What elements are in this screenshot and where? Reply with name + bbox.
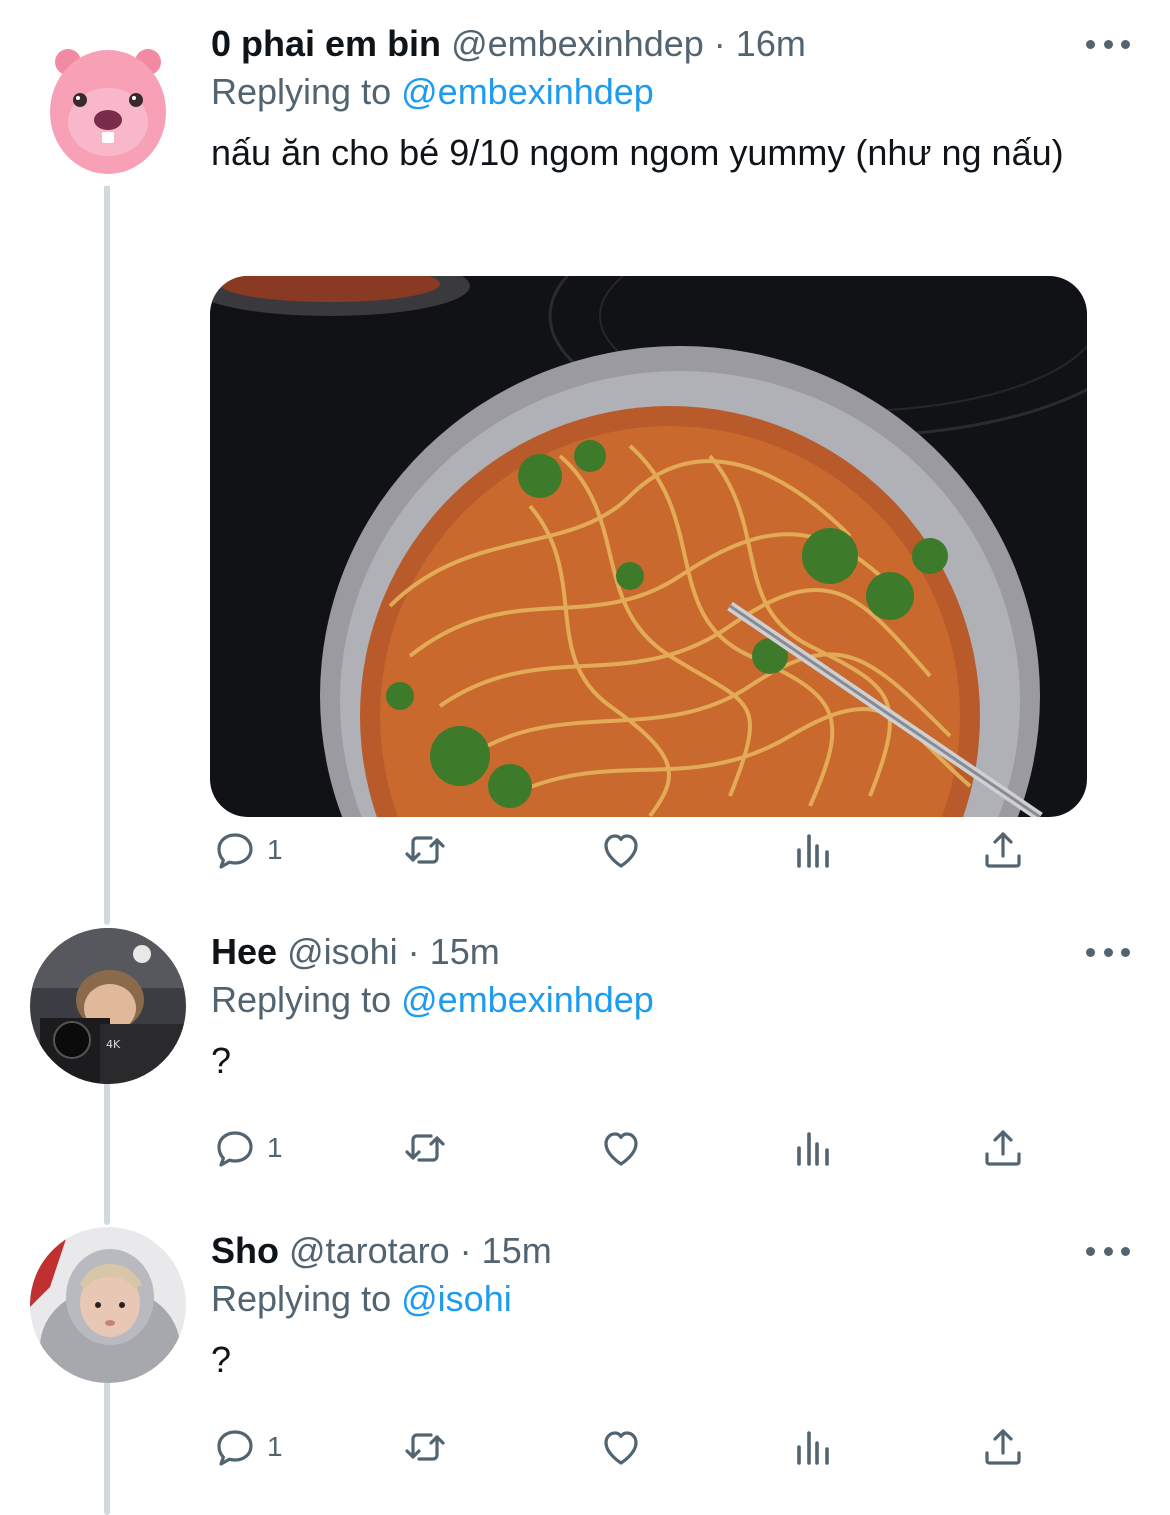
tweet-text: nấu ăn cho bé 9/10 ngom ngom yummy (như … xyxy=(211,132,1064,173)
replying-to: Replying to @embexinhdep xyxy=(211,976,654,1024)
retweet-button[interactable] xyxy=(401,1422,449,1472)
separator-dot: · xyxy=(459,1230,472,1271)
retweet-icon xyxy=(405,836,445,864)
mention-link[interactable]: @isohi xyxy=(401,1278,512,1319)
share-icon xyxy=(985,1429,1021,1465)
tweet[interactable]: Sho @tarotaro · 15m Replying to @isohi ?… xyxy=(0,1227,1170,1499)
spaghetti-in-pan xyxy=(210,276,1087,817)
reply-icon xyxy=(217,1131,253,1167)
replying-to: Replying to @isohi xyxy=(211,1275,512,1323)
reply-button[interactable]: 1 xyxy=(211,1123,283,1173)
reply-icon xyxy=(217,833,253,869)
like-button[interactable] xyxy=(597,825,645,875)
like-button[interactable] xyxy=(597,1123,645,1173)
tweet-header: Sho @tarotaro · 15m xyxy=(211,1227,552,1275)
display-name[interactable]: Hee xyxy=(211,931,277,972)
replying-to: Replying to @embexinhdep xyxy=(211,68,654,116)
views-button[interactable] xyxy=(789,825,837,875)
share-button[interactable] xyxy=(979,1123,1027,1173)
pink-beaver-avatar xyxy=(30,30,186,186)
views-button[interactable] xyxy=(789,1123,837,1173)
replying-prefix: Replying to xyxy=(211,71,392,112)
reply-icon xyxy=(217,1430,253,1466)
person-in-hoodie-avatar xyxy=(30,1227,186,1383)
action-bar: 1 xyxy=(211,1422,1061,1472)
tweet-photo[interactable] xyxy=(210,276,1087,817)
avatar[interactable] xyxy=(30,1227,186,1383)
like-icon xyxy=(604,834,638,868)
user-handle[interactable]: @tarotaro xyxy=(289,1230,450,1271)
tweet[interactable]: 4K Hee @isohi · 15m Replying to @embexin… xyxy=(0,928,1170,1200)
share-icon xyxy=(985,832,1021,868)
separator-dot: · xyxy=(407,931,420,972)
views-button[interactable] xyxy=(789,1422,837,1472)
replying-prefix: Replying to xyxy=(211,1278,392,1319)
mention-link[interactable]: @embexinhdep xyxy=(401,979,654,1020)
timestamp[interactable]: 16m xyxy=(736,23,806,64)
reply-button[interactable]: 1 xyxy=(211,1422,283,1472)
user-handle[interactable]: @isohi xyxy=(287,931,398,972)
user-handle[interactable]: @embexinhdep xyxy=(451,23,704,64)
display-name[interactable]: Sho xyxy=(211,1230,279,1271)
replying-prefix: Replying to xyxy=(211,979,392,1020)
avatar[interactable]: 4K xyxy=(30,928,186,1084)
like-icon xyxy=(604,1431,638,1465)
share-button[interactable] xyxy=(979,825,1027,875)
more-icon[interactable] xyxy=(1086,942,1130,962)
avatar[interactable] xyxy=(30,30,186,186)
action-bar: 1 xyxy=(211,1123,1061,1173)
retweet-icon xyxy=(405,1433,445,1461)
retweet-button[interactable] xyxy=(401,1123,449,1173)
separator-dot: · xyxy=(713,23,726,64)
display-name[interactable]: 0 phai em bin xyxy=(211,23,441,64)
reply-count: 1 xyxy=(267,1431,283,1462)
retweet-icon xyxy=(405,1134,445,1162)
tweet[interactable]: 0 phai em bin @embexinhdep · 16m Replyin… xyxy=(0,20,1170,900)
tweet-text: ? xyxy=(211,1040,232,1081)
share-button[interactable] xyxy=(979,1422,1027,1472)
like-button[interactable] xyxy=(597,1422,645,1472)
timestamp[interactable]: 15m xyxy=(430,931,500,972)
tweet-header: 0 phai em bin @embexinhdep · 16m xyxy=(211,20,806,68)
reply-count: 1 xyxy=(267,834,283,865)
mention-link[interactable]: @embexinhdep xyxy=(401,71,654,112)
person-with-camera-avatar: 4K xyxy=(30,928,186,1084)
svg-text:4K: 4K xyxy=(106,1038,121,1051)
more-icon[interactable] xyxy=(1086,34,1130,54)
more-icon[interactable] xyxy=(1086,1241,1130,1261)
views-icon xyxy=(797,834,829,868)
share-icon xyxy=(985,1130,1021,1166)
retweet-button[interactable] xyxy=(401,825,449,875)
views-icon xyxy=(797,1431,829,1465)
timestamp[interactable]: 15m xyxy=(482,1230,552,1271)
tweet-header: Hee @isohi · 15m xyxy=(211,928,500,976)
like-icon xyxy=(604,1132,638,1166)
reply-button[interactable]: 1 xyxy=(211,825,283,875)
tweet-text: ? xyxy=(211,1339,232,1380)
reply-count: 1 xyxy=(267,1132,283,1163)
views-icon xyxy=(797,1132,829,1166)
action-bar: 1 xyxy=(211,825,1061,875)
